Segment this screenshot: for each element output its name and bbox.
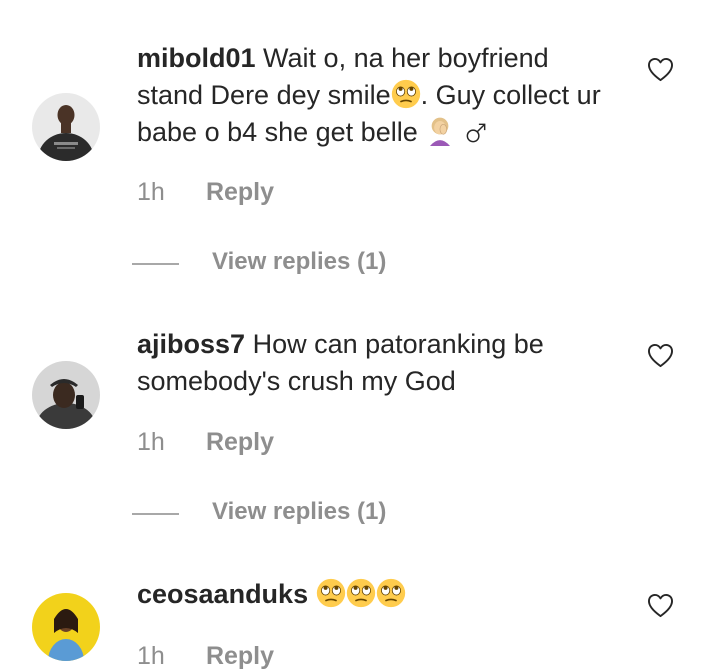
- comment-body-line-1: Wait o, na her boyfriend: [263, 43, 549, 73]
- like-heart-icon[interactable]: [647, 343, 674, 368]
- woman-facepalming-icon: [430, 117, 451, 146]
- reply-button[interactable]: Reply: [206, 428, 274, 456]
- timestamp: 1h: [137, 178, 165, 206]
- username[interactable]: mibold01: [137, 43, 256, 73]
- comment-meta: 1h Reply: [137, 642, 274, 671]
- face-with-rolling-eyes-icon: [346, 578, 376, 608]
- avatar[interactable]: [32, 361, 100, 429]
- view-replies-label[interactable]: View replies (1): [212, 498, 386, 526]
- comment-body-line-2b: . Guy collect ur: [420, 80, 601, 110]
- comment-meta: 1h Reply: [137, 428, 274, 457]
- username[interactable]: ajiboss7: [137, 329, 245, 359]
- divider-line: [132, 263, 179, 265]
- view-replies-button[interactable]: View replies (1): [132, 248, 432, 278]
- comment-text: ceosaanduks: [137, 576, 637, 613]
- like-heart-icon[interactable]: [647, 593, 674, 618]
- timestamp: 1h: [137, 642, 165, 670]
- face-with-rolling-eyes-icon: [316, 578, 346, 608]
- comment-body-line-1: How can patoranking be: [252, 329, 544, 359]
- username[interactable]: ceosaanduks: [137, 579, 308, 609]
- reply-button[interactable]: Reply: [206, 178, 274, 206]
- male-sign-icon: [466, 123, 486, 143]
- comment-text: ajiboss7 How can patoranking be somebody…: [137, 326, 637, 400]
- comment-body-line-2: stand Dere dey smile: [137, 80, 391, 110]
- avatar[interactable]: [32, 93, 100, 161]
- face-with-rolling-eyes-icon: [376, 578, 406, 608]
- avatar[interactable]: [32, 593, 100, 661]
- view-replies-label[interactable]: View replies (1): [212, 248, 386, 276]
- comment-body-line-2: somebody's crush my God: [137, 366, 456, 396]
- reply-button[interactable]: Reply: [206, 642, 274, 670]
- comment-meta: 1h Reply: [137, 178, 274, 207]
- comment-text: mibold01 Wait o, na her boyfriend stand …: [137, 40, 637, 151]
- divider-line: [132, 513, 179, 515]
- face-with-rolling-eyes-icon: [391, 79, 421, 109]
- like-heart-icon[interactable]: [647, 57, 674, 82]
- view-replies-button[interactable]: View replies (1): [132, 498, 432, 528]
- timestamp: 1h: [137, 428, 165, 456]
- comment-body-line-3: babe o b4 she get belle: [137, 117, 418, 147]
